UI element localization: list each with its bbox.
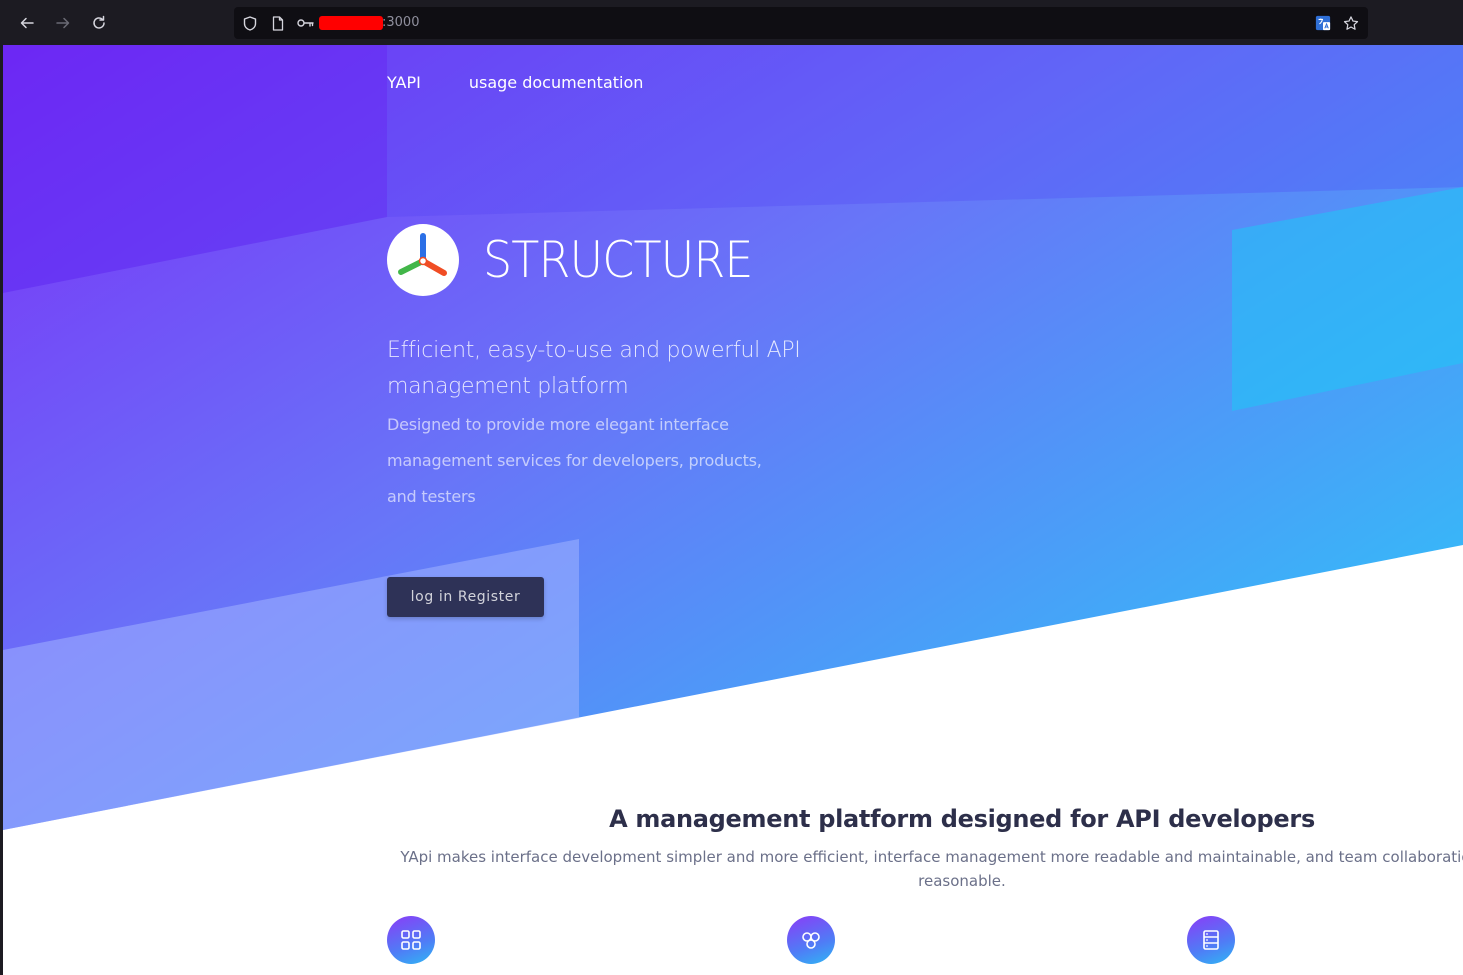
feature-server-icon [1187, 916, 1235, 964]
back-arrow-icon[interactable] [15, 11, 39, 35]
translate-icon[interactable] [1315, 15, 1331, 31]
feature-grid-icon [387, 916, 435, 964]
url-port: :3000 [382, 15, 420, 30]
hero-tagline: Efficient, easy-to-use and powerful API … [387, 338, 801, 399]
hero-title: STRUCTURE [483, 231, 753, 289]
feature-cubes-icon [787, 916, 835, 964]
section-title: A management platform designed for API d… [609, 805, 1315, 833]
reload-icon[interactable] [87, 11, 111, 35]
bookmark-star-icon[interactable] [1343, 15, 1359, 31]
address-bar[interactable]: :3000 [234, 7, 1368, 39]
yapi-logo [387, 224, 459, 296]
key-icon[interactable] [296, 15, 316, 31]
shield-icon[interactable] [242, 15, 258, 31]
top-navigation: YAPI usage documentation [387, 73, 643, 92]
page-icon[interactable] [270, 15, 286, 31]
forward-arrow-icon[interactable] [51, 11, 75, 35]
nav-yapi-link[interactable]: YAPI [387, 73, 421, 92]
nav-docs-link[interactable]: usage documentation [469, 73, 644, 92]
login-register-button[interactable]: log in Register [387, 577, 544, 617]
hero-description: Designed to provide more elegant interfa… [387, 415, 762, 506]
redacted-host [319, 16, 383, 30]
browser-toolbar: :3000 [0, 0, 1463, 45]
section-subtitle: YApi makes interface development simpler… [400, 848, 1463, 890]
page-viewport: YAPI usage documentation STRUCTURE Effic… [3, 45, 1463, 975]
